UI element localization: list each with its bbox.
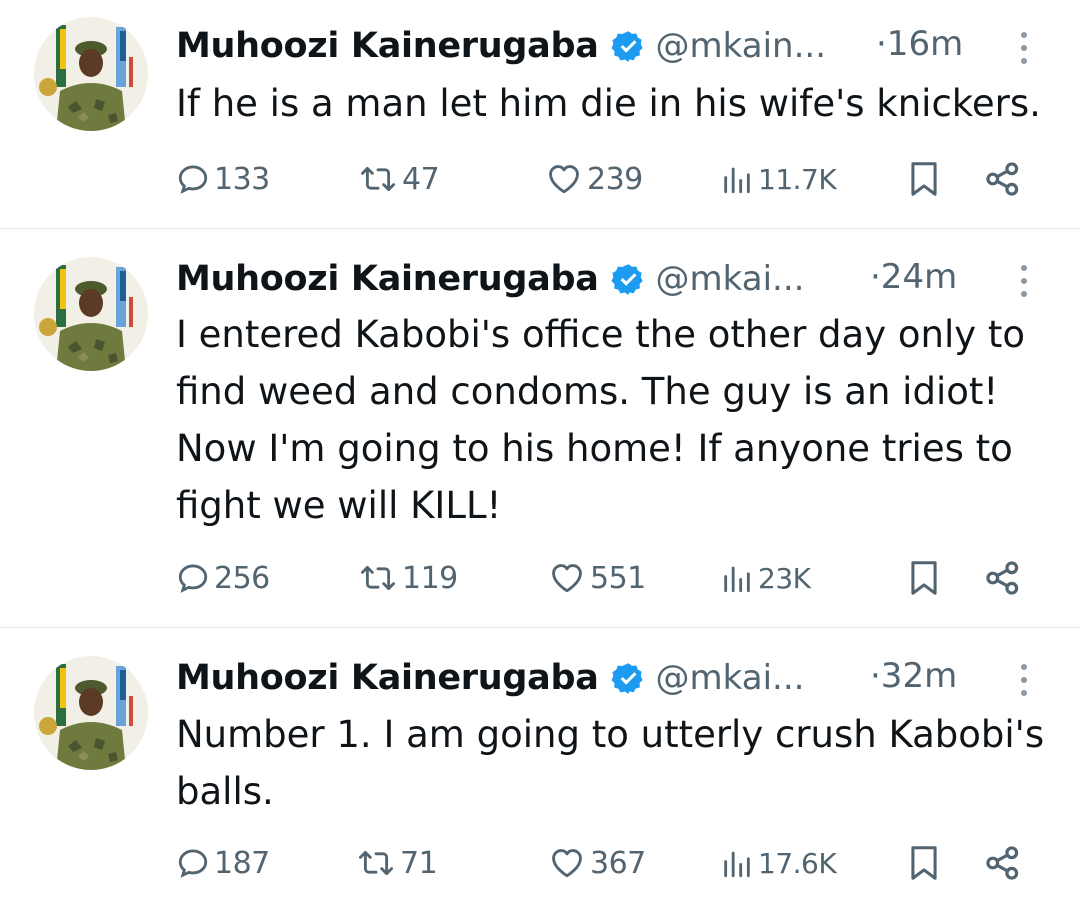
tweet[interactable]: Muhoozi Kainerugaba @mkain... ·16m If he… — [0, 0, 1080, 228]
verified-badge-icon — [610, 29, 646, 64]
reply-count: 187 — [214, 845, 270, 881]
views-count: 11.7K — [758, 162, 837, 196]
like-button[interactable]: 551 — [548, 553, 646, 603]
bookmark-icon[interactable] — [908, 154, 940, 204]
more-options-icon[interactable] — [1010, 654, 1038, 706]
like-count: 239 — [587, 161, 643, 197]
verified-badge-icon — [610, 661, 646, 696]
author-name[interactable]: Muhoozi Kainerugaba — [176, 259, 599, 299]
tweet-actions: 187 71 367 17.6K — [0, 838, 1080, 888]
reply-button[interactable]: 256 — [176, 553, 270, 603]
author-handle[interactable]: @mkain... — [656, 26, 826, 66]
like-icon — [545, 162, 583, 196]
views-button[interactable]: 17.6K — [720, 838, 837, 888]
more-options-icon[interactable] — [1010, 255, 1038, 307]
repost-icon — [358, 162, 398, 196]
bookmark-icon[interactable] — [908, 838, 940, 888]
repost-icon — [358, 561, 398, 595]
tweet[interactable]: Muhoozi Kainerugaba @mkai... ·32m Number… — [0, 628, 1080, 905]
avatar[interactable] — [34, 17, 148, 131]
tweet-timestamp[interactable]: ·16m — [876, 24, 963, 64]
tweet-header: Muhoozi Kainerugaba @mkai... — [176, 253, 804, 305]
reply-count: 256 — [214, 560, 270, 596]
reply-icon — [176, 561, 210, 595]
avatar[interactable] — [34, 656, 148, 770]
views-count: 23K — [758, 561, 811, 595]
views-icon — [720, 846, 754, 880]
repost-button[interactable]: 47 — [358, 154, 440, 204]
repost-button[interactable]: 119 — [358, 553, 458, 603]
share-icon[interactable] — [984, 553, 1022, 603]
tweet-actions: 256 119 551 23K — [0, 553, 1080, 603]
bookmark-icon[interactable] — [908, 553, 940, 603]
repost-button[interactable]: 71 — [356, 838, 438, 888]
share-icon[interactable] — [984, 154, 1022, 204]
tweet-timestamp[interactable]: ·32m — [870, 656, 957, 696]
like-icon — [548, 846, 586, 880]
share-icon[interactable] — [984, 838, 1022, 888]
author-name[interactable]: Muhoozi Kainerugaba — [176, 658, 599, 698]
like-count: 367 — [590, 845, 646, 881]
reply-button[interactable]: 187 — [176, 838, 270, 888]
like-button[interactable]: 367 — [548, 838, 646, 888]
reply-icon — [176, 846, 210, 880]
views-count: 17.6K — [758, 846, 837, 880]
avatar[interactable] — [34, 257, 148, 371]
like-count: 551 — [590, 560, 646, 596]
repost-count: 47 — [402, 161, 440, 197]
tweet-header: Muhoozi Kainerugaba @mkai... — [176, 652, 804, 704]
repost-count: 119 — [402, 560, 458, 596]
reply-count: 133 — [214, 161, 270, 197]
tweet[interactable]: Muhoozi Kainerugaba @mkai... ·24m I ente… — [0, 229, 1080, 627]
repost-count: 71 — [400, 845, 438, 881]
tweet-text: If he is a man let him die in his wife's… — [176, 82, 1041, 125]
author-name[interactable]: Muhoozi Kainerugaba — [176, 26, 599, 66]
author-handle[interactable]: @mkai... — [656, 259, 805, 299]
tweet-timestamp[interactable]: ·24m — [870, 257, 957, 297]
verified-badge-icon — [610, 262, 646, 297]
tweet-text: I entered Kabobi's office the other day … — [176, 313, 1026, 527]
tweet-feed: Muhoozi Kainerugaba @mkain... ·16m If he… — [0, 0, 1080, 905]
repost-icon — [356, 846, 396, 880]
reply-icon — [176, 162, 210, 196]
like-icon — [548, 561, 586, 595]
views-icon — [720, 162, 754, 196]
views-button[interactable]: 23K — [720, 553, 811, 603]
more-options-icon[interactable] — [1010, 22, 1038, 74]
views-icon — [720, 561, 754, 595]
tweet-header: Muhoozi Kainerugaba @mkain... — [176, 20, 826, 72]
tweet-actions: 133 47 239 11.7K — [0, 154, 1080, 204]
author-handle[interactable]: @mkai... — [656, 658, 805, 698]
tweet-text: Number 1. I am going to utterly crush Ka… — [176, 713, 1045, 813]
reply-button[interactable]: 133 — [176, 154, 270, 204]
like-button[interactable]: 239 — [545, 154, 643, 204]
views-button[interactable]: 11.7K — [720, 154, 837, 204]
